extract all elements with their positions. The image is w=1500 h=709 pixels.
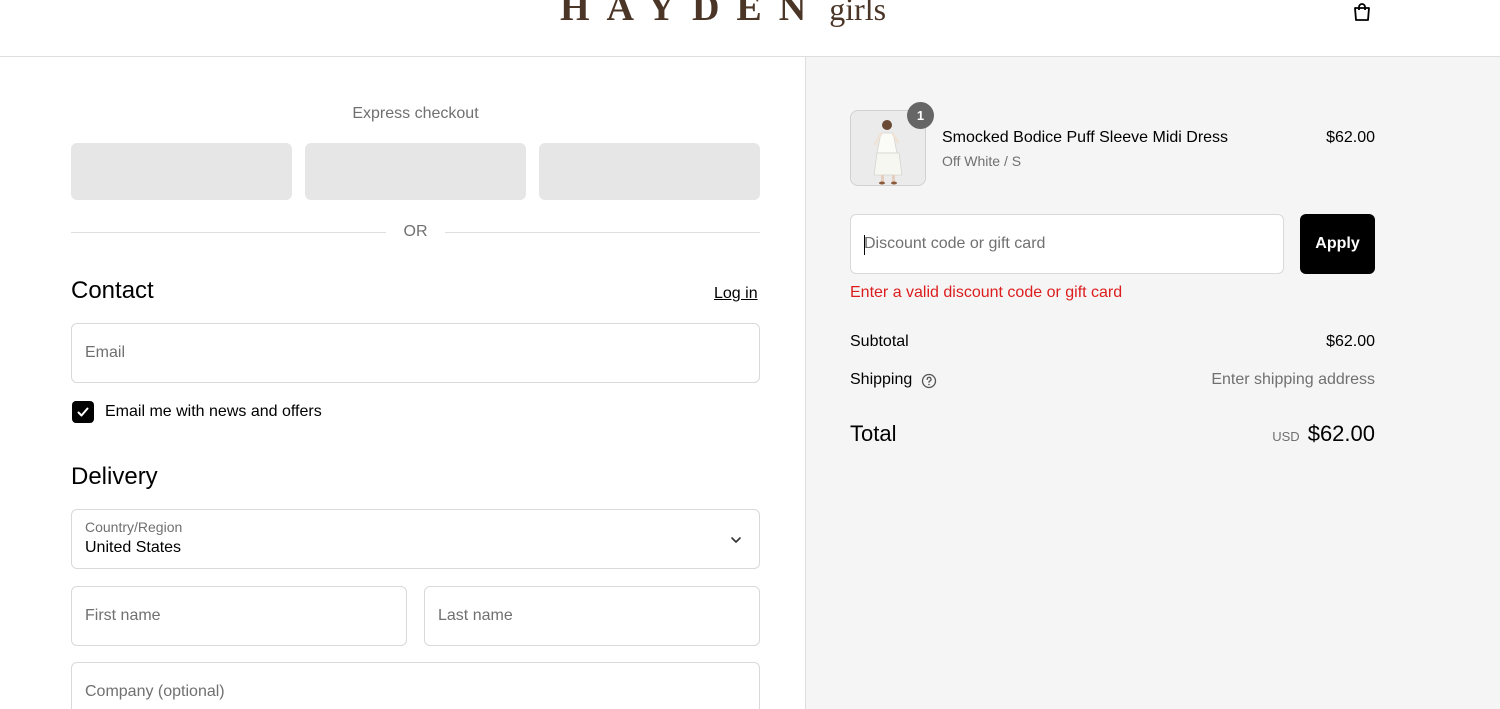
express-checkout-title: Express checkout (352, 105, 479, 122)
apply-discount-button[interactable]: Apply (1300, 214, 1375, 274)
first-name-field[interactable]: First name (71, 586, 407, 646)
last-name-field[interactable]: Last name (424, 586, 760, 646)
discount-error-message: Enter a valid discount code or gift card (850, 284, 1123, 301)
or-text: OR (403, 223, 428, 240)
newsletter-label: Email me with news and offers (105, 403, 322, 420)
delivery-heading: Delivery (71, 463, 158, 490)
logo-main-text: HAYDEN (560, 0, 824, 29)
order-summary-panel: 1 Smocked Bodice Puff Sleeve Midi Dress … (806, 57, 1500, 709)
product-variant: Off White / S (942, 153, 1022, 169)
logo-sub-text: girls (829, 0, 887, 27)
contact-heading: Contact (71, 277, 154, 304)
total-currency: USD (1272, 429, 1300, 444)
shipping-value: Enter shipping address (1211, 371, 1375, 388)
country-label: Country/Region (85, 519, 183, 535)
country-select[interactable]: Country/Region United States (71, 509, 760, 569)
store-logo[interactable]: HAYDEN girls (560, 0, 886, 36)
or-divider: OR (71, 222, 760, 242)
newsletter-checkbox-row[interactable]: Email me with news and offers (72, 401, 322, 423)
discount-placeholder: Discount code or gift card (864, 235, 1046, 252)
shopping-bag-icon (1354, 3, 1370, 21)
last-name-placeholder: Last name (438, 607, 513, 624)
total-amount: $62.00 (1307, 421, 1375, 446)
quantity-badge: 1 (907, 102, 934, 129)
express-pay-button-1[interactable] (71, 143, 292, 200)
chevron-down-icon (731, 537, 741, 543)
discount-code-input[interactable]: Discount code or gift card (850, 214, 1284, 274)
product-price: $62.00 (1326, 129, 1375, 146)
total-value-group: USD $62.00 (1272, 421, 1375, 447)
email-field[interactable]: Email (71, 323, 760, 383)
help-circle-icon[interactable] (921, 373, 937, 389)
checkout-form-panel: Express checkout OR Contact Log in Email… (0, 57, 806, 709)
express-pay-button-3[interactable] (539, 143, 760, 200)
login-link[interactable]: Log in (714, 285, 758, 303)
shipping-label: Shipping (850, 371, 913, 388)
newsletter-checkbox[interactable] (72, 401, 94, 423)
subtotal-value: $62.00 (1326, 333, 1375, 350)
first-name-placeholder: First name (85, 607, 161, 624)
cart-button[interactable] (1349, 0, 1375, 24)
company-placeholder: Company (optional) (85, 683, 225, 700)
express-pay-button-2[interactable] (305, 143, 526, 200)
company-field[interactable]: Company (optional) (71, 662, 760, 709)
site-header: HAYDEN girls (0, 0, 1500, 57)
total-label: Total (850, 421, 897, 446)
subtotal-label: Subtotal (850, 333, 909, 350)
country-value: United States (85, 539, 182, 556)
email-placeholder: Email (85, 344, 126, 361)
checkmark-icon (77, 407, 89, 417)
product-name: Smocked Bodice Puff Sleeve Midi Dress (942, 129, 1229, 146)
